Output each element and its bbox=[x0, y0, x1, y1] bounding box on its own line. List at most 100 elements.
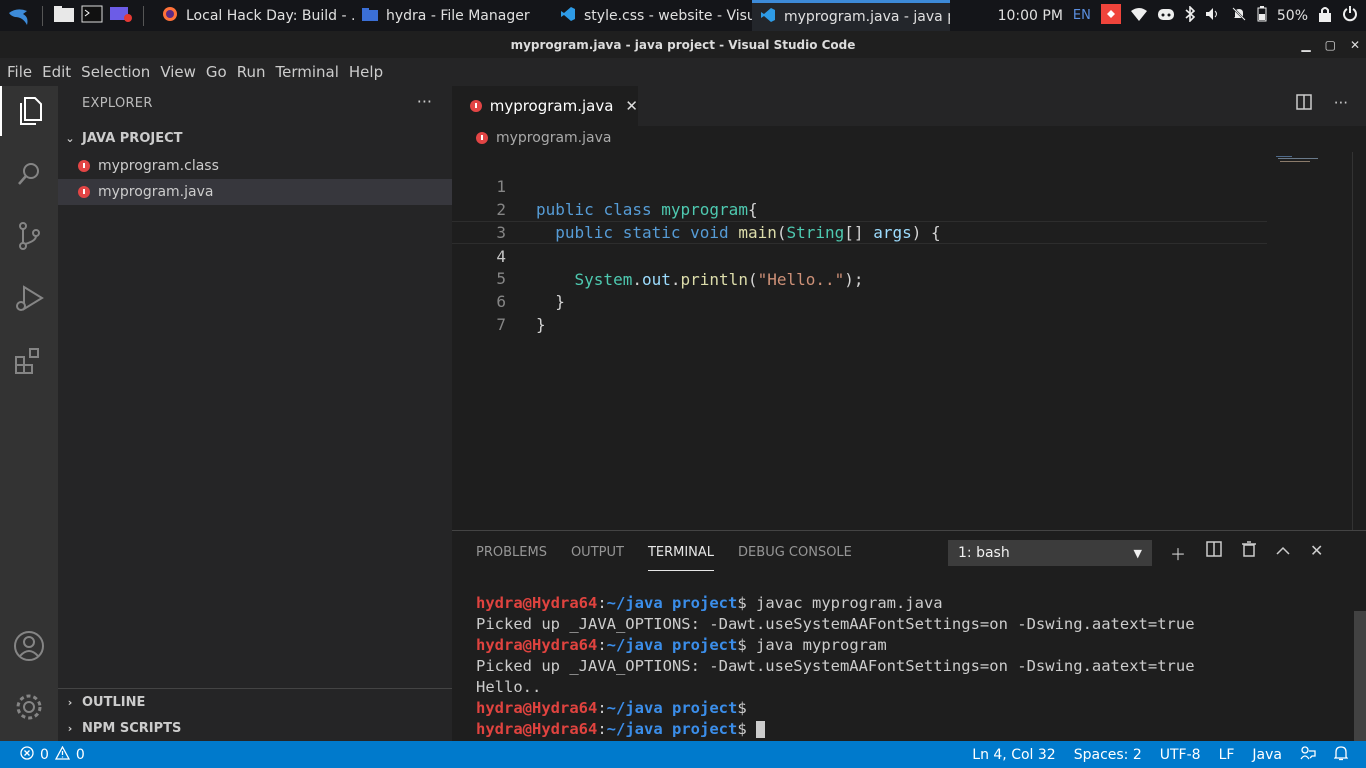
minimap[interactable] bbox=[1276, 150, 1346, 162]
activity-bar bbox=[0, 86, 58, 741]
close-tab-icon[interactable]: ✕ bbox=[625, 97, 638, 115]
maximize-panel-icon[interactable] bbox=[1276, 541, 1290, 565]
chevron-down-icon: ▼ bbox=[1133, 546, 1142, 560]
terminal-output[interactable]: hydra@Hydra64:~/java project$ javac mypr… bbox=[476, 593, 1195, 740]
trash-icon[interactable] bbox=[1242, 541, 1257, 565]
run-debug-icon[interactable] bbox=[0, 273, 58, 323]
lock-icon[interactable] bbox=[1318, 6, 1332, 26]
taskbar-separator bbox=[143, 5, 144, 26]
manage-gear-icon[interactable] bbox=[0, 682, 58, 732]
menu-selection[interactable]: Selection bbox=[76, 58, 155, 86]
window-controls: ▁ ▢ ✕ bbox=[1301, 31, 1360, 58]
task-vscode-website[interactable]: style.css - website - Visu... bbox=[552, 0, 752, 31]
editor-area: myprogram.java ✕ ··· myprogram.java 1 pu… bbox=[452, 86, 1366, 530]
source-control-icon[interactable] bbox=[0, 211, 58, 261]
task-firefox[interactable]: Local Hack Day: Build - ... bbox=[154, 0, 354, 31]
menu-bar: File Edit Selection View Go Run Terminal… bbox=[0, 58, 1366, 86]
feedback-icon[interactable] bbox=[1300, 745, 1316, 765]
menu-terminal[interactable]: Terminal bbox=[271, 58, 344, 86]
file-item-java[interactable]: myprogram.java bbox=[58, 179, 452, 205]
problems-indicator[interactable]: 0 0 bbox=[0, 745, 85, 764]
language-mode[interactable]: Java bbox=[1252, 747, 1282, 763]
terminal-launcher-icon[interactable] bbox=[81, 5, 103, 27]
panel-tabs: PROBLEMS OUTPUT TERMINAL DEBUG CONSOLE bbox=[476, 543, 852, 571]
kali-menu-icon[interactable] bbox=[6, 4, 32, 28]
new-terminal-icon[interactable]: ＋ bbox=[1170, 541, 1186, 565]
tab-problems[interactable]: PROBLEMS bbox=[476, 543, 547, 571]
task-label: myprogram.java - java p... bbox=[784, 9, 950, 25]
battery-icon[interactable] bbox=[1257, 5, 1267, 26]
menu-view[interactable]: View bbox=[155, 58, 201, 86]
editor-tab-myprogram[interactable]: myprogram.java ✕ bbox=[452, 86, 638, 126]
clock[interactable]: 10:00 PM bbox=[998, 8, 1063, 24]
editor-tab-strip: myprogram.java ✕ ··· bbox=[452, 86, 1366, 126]
terminal-scrollbar[interactable] bbox=[1354, 611, 1366, 742]
task-file-manager[interactable]: hydra - File Manager bbox=[354, 0, 552, 31]
terminal-select-value: 1: bash bbox=[958, 545, 1010, 561]
volume-icon[interactable] bbox=[1205, 7, 1221, 25]
terminal-line: Picked up _JAVA_OPTIONS: -Dawt.useSystem… bbox=[476, 657, 1195, 675]
indentation[interactable]: Spaces: 2 bbox=[1074, 747, 1142, 763]
chevron-right-icon: › bbox=[67, 721, 73, 735]
encoding[interactable]: UTF-8 bbox=[1160, 747, 1201, 763]
more-actions-icon[interactable]: ··· bbox=[417, 92, 432, 111]
notifications-muted-icon[interactable] bbox=[1231, 6, 1247, 26]
close-panel-icon[interactable]: ✕ bbox=[1310, 541, 1323, 565]
breadcrumb: myprogram.java bbox=[476, 130, 611, 146]
menu-help[interactable]: Help bbox=[344, 58, 388, 86]
cursor-position[interactable]: Ln 4, Col 32 bbox=[972, 747, 1055, 763]
tab-terminal[interactable]: TERMINAL bbox=[647, 543, 715, 571]
files-launcher-icon[interactable] bbox=[53, 5, 75, 27]
outline-section[interactable]: › OUTLINE bbox=[58, 690, 452, 714]
maximize-icon[interactable]: ▢ bbox=[1325, 38, 1336, 52]
code-line: 5 } bbox=[452, 244, 1272, 311]
minimize-icon[interactable]: ▁ bbox=[1301, 38, 1310, 52]
close-window-icon[interactable]: ✕ bbox=[1350, 38, 1360, 52]
split-editor-icon[interactable] bbox=[1295, 94, 1312, 114]
notifications-bell-icon[interactable] bbox=[1333, 745, 1349, 765]
wifi-icon[interactable] bbox=[1130, 7, 1147, 25]
menu-file[interactable]: File bbox=[2, 58, 37, 86]
end-of-line[interactable]: LF bbox=[1219, 747, 1235, 763]
editor-scrollbar[interactable] bbox=[1352, 152, 1366, 530]
terminal-select[interactable]: 1: bash ▼ bbox=[948, 540, 1152, 566]
keyboard-layout[interactable]: EN bbox=[1073, 8, 1091, 23]
extensions-icon[interactable] bbox=[0, 337, 58, 387]
file-item-class[interactable]: myprogram.class bbox=[58, 153, 452, 179]
power-icon[interactable] bbox=[1342, 5, 1358, 26]
breadcrumb-file[interactable]: myprogram.java bbox=[496, 130, 611, 146]
search-icon[interactable] bbox=[0, 149, 58, 199]
bluetooth-icon[interactable] bbox=[1185, 4, 1196, 26]
code-line: 1 public class myprogram{ bbox=[452, 152, 1272, 219]
java-file-icon bbox=[476, 132, 488, 144]
warning-count: 0 bbox=[75, 746, 85, 763]
more-actions-icon[interactable]: ··· bbox=[1334, 94, 1348, 114]
sidebar-title: EXPLORER bbox=[82, 96, 153, 111]
screen-recorder-icon[interactable] bbox=[109, 5, 133, 27]
split-terminal-icon[interactable] bbox=[1206, 541, 1222, 565]
project-folder-header[interactable]: ⌄ JAVA PROJECT bbox=[58, 126, 452, 150]
screen: Local Hack Day: Build - ... hydra - File… bbox=[0, 0, 1366, 768]
tab-debug-console[interactable]: DEBUG CONSOLE bbox=[738, 543, 852, 571]
warning-icon bbox=[54, 745, 71, 764]
error-icon bbox=[20, 745, 34, 764]
discord-icon[interactable] bbox=[1157, 7, 1175, 25]
menu-run[interactable]: Run bbox=[232, 58, 271, 86]
explorer-icon[interactable] bbox=[0, 86, 58, 136]
code-editor[interactable]: 1 public class myprogram{ 2 public stati… bbox=[452, 152, 1272, 334]
menu-go[interactable]: Go bbox=[201, 58, 232, 86]
npm-scripts-section[interactable]: › NPM SCRIPTS bbox=[58, 716, 452, 740]
code-line: 7 bbox=[452, 290, 1272, 334]
java-file-icon bbox=[78, 160, 90, 172]
window-titlebar: myprogram.java - java project - Visual S… bbox=[0, 31, 1366, 58]
menu-edit[interactable]: Edit bbox=[37, 58, 76, 86]
java-file-icon bbox=[470, 100, 482, 112]
task-vscode-java[interactable]: myprogram.java - java p... bbox=[752, 0, 950, 31]
tab-output[interactable]: OUTPUT bbox=[571, 543, 624, 571]
accounts-icon[interactable] bbox=[0, 621, 58, 671]
battery-level[interactable]: 50% bbox=[1277, 8, 1308, 24]
chevron-down-icon: ⌄ bbox=[65, 131, 75, 145]
task-label: style.css - website - Visu... bbox=[584, 7, 752, 24]
error-count: 0 bbox=[40, 746, 49, 763]
anydesk-icon[interactable] bbox=[1100, 3, 1121, 28]
